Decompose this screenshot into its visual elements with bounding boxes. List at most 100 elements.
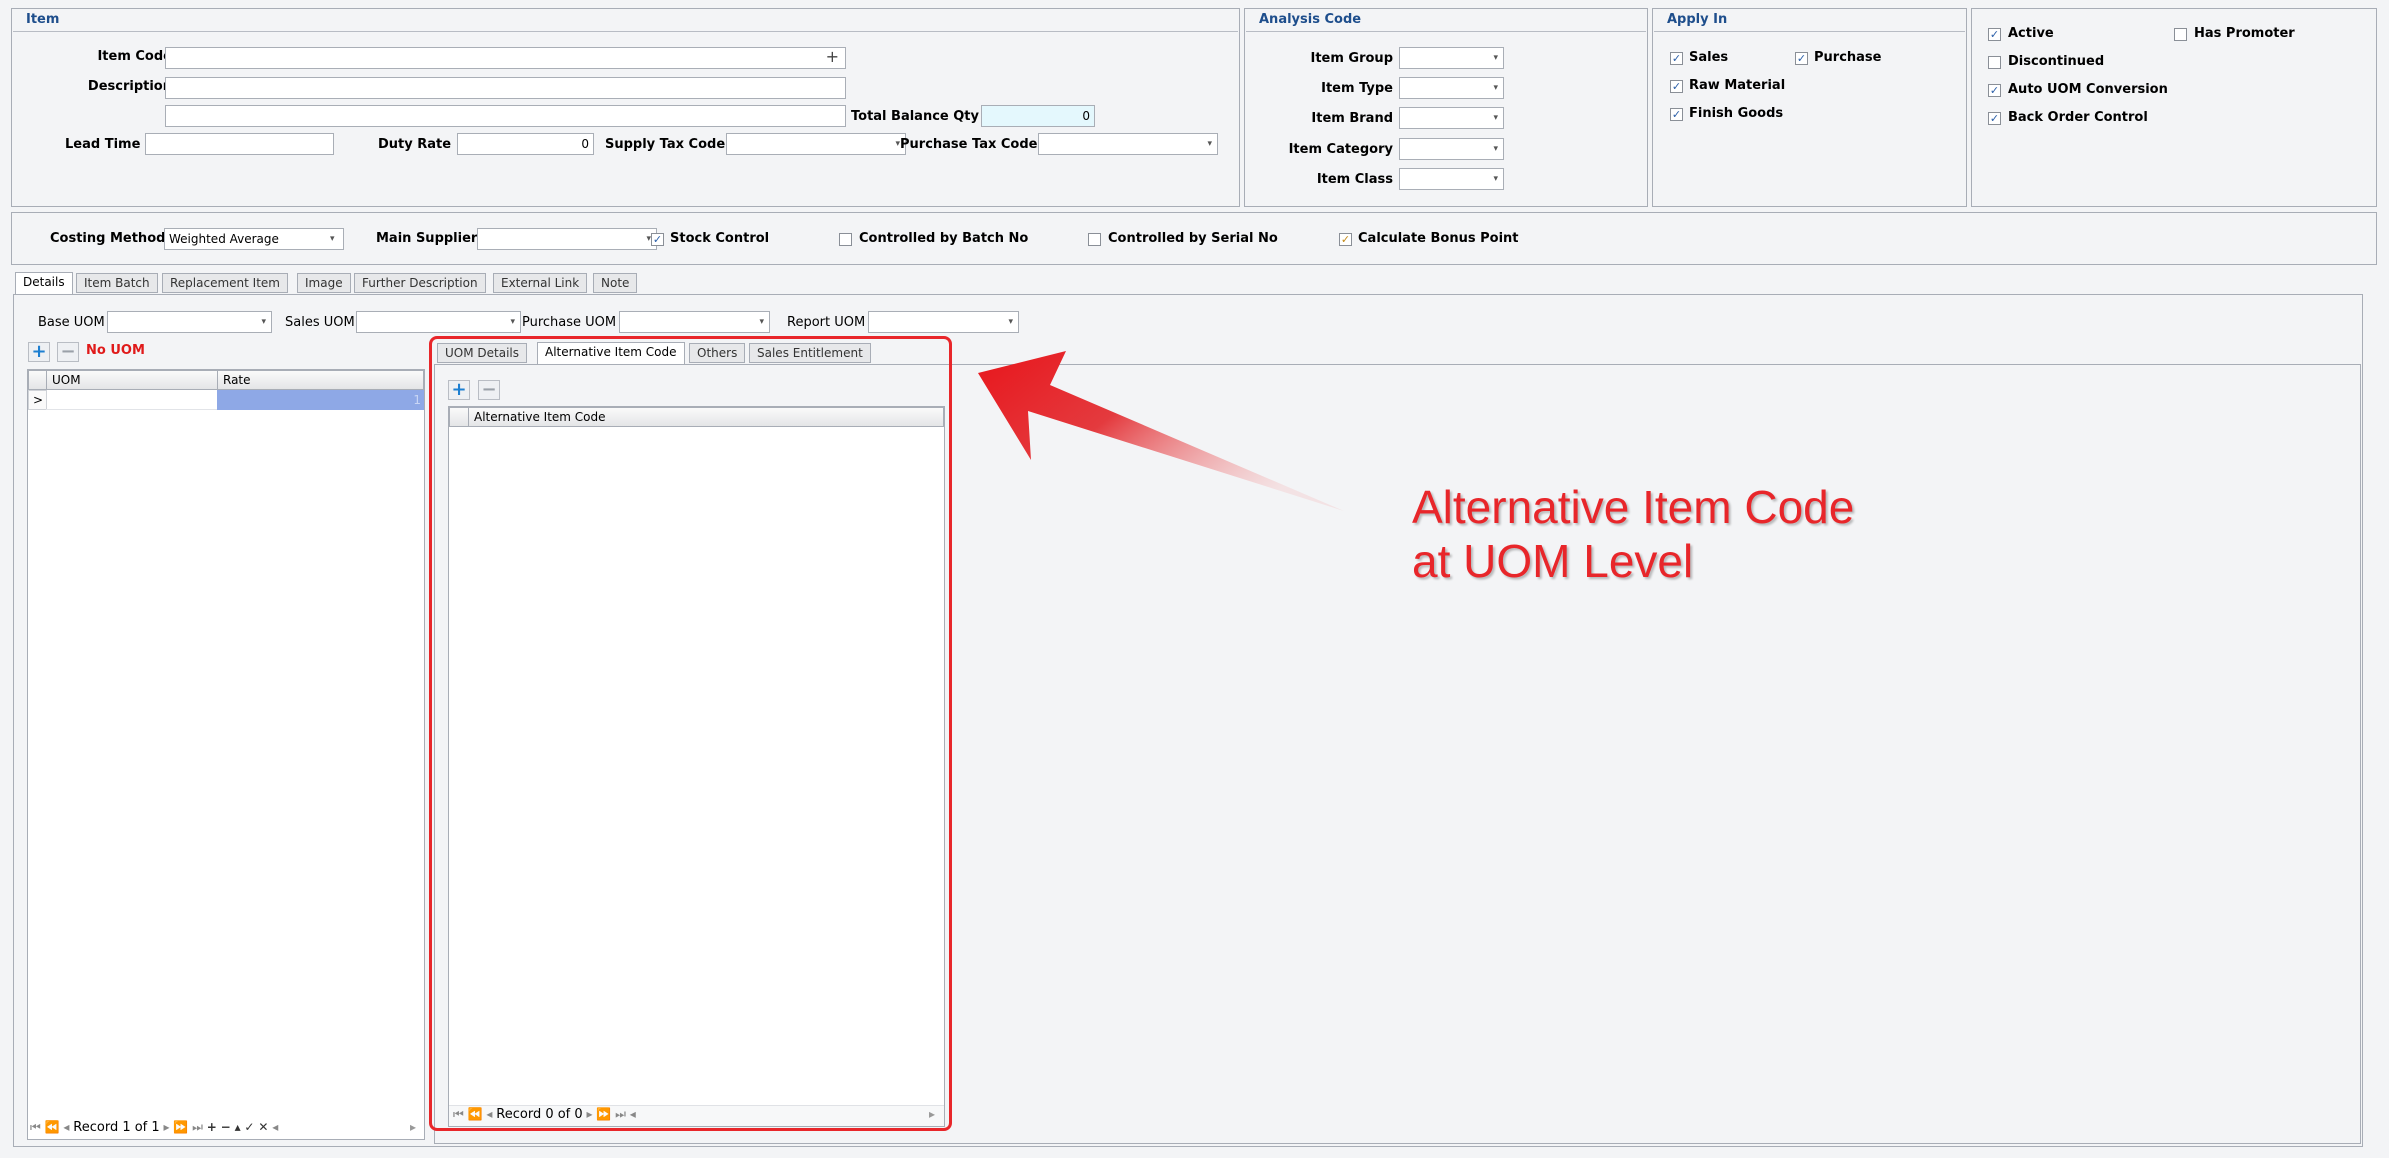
uom-column-header[interactable]: UOM <box>46 370 218 390</box>
lead-time-input[interactable] <box>145 133 334 155</box>
serial-no-label: Controlled by Serial No <box>1108 231 1278 246</box>
chevron-down-icon: ▾ <box>1493 83 1498 93</box>
chevron-down-icon: ▾ <box>759 317 764 327</box>
chevron-down-icon: ▾ <box>330 234 335 244</box>
purchase-checkbox[interactable]: ✓ <box>1795 52 1808 65</box>
add-uom-button[interactable]: + <box>28 342 50 362</box>
highlight-box <box>429 336 952 1131</box>
costing-method-select[interactable]: Weighted Average <box>164 228 344 250</box>
supply-tax-select[interactable]: ▾ <box>726 133 906 155</box>
purchase-label: Purchase <box>1814 50 1882 65</box>
scroll-right-icon[interactable]: ▸ <box>410 1120 416 1134</box>
bonus-point-label: Calculate Bonus Point <box>1358 231 1519 246</box>
main-supplier-label: Main Supplier <box>376 231 478 246</box>
check-icon[interactable]: ✓ <box>244 1120 254 1134</box>
description-label: Description <box>87 79 172 94</box>
chevron-down-icon: ▾ <box>1207 139 1212 149</box>
next-record-icon[interactable]: ▸ <box>164 1120 170 1134</box>
batch-no-label: Controlled by Batch No <box>859 231 1029 246</box>
item-category-select[interactable]: ▾ <box>1399 138 1504 160</box>
has-promoter-checkbox[interactable] <box>2174 28 2187 41</box>
tab-image[interactable]: Image <box>297 273 351 293</box>
minus-icon: − <box>60 341 76 362</box>
rate-column-header[interactable]: Rate <box>217 370 424 390</box>
stock-control-checkbox[interactable]: ✓ <box>651 233 664 246</box>
item-group-select[interactable]: ▾ <box>1399 47 1504 69</box>
duty-rate-input[interactable]: 0 <box>457 133 594 155</box>
last-record-icon[interactable]: ⏭ <box>192 1120 203 1134</box>
sales-uom-label: Sales UOM <box>285 315 355 330</box>
analysis-code-title: Analysis Code <box>1259 12 1362 27</box>
uom-record-text: Record 1 of 1 <box>73 1120 160 1135</box>
main-tabbar: Details Item Batch Replacement Item Imag… <box>15 272 1215 295</box>
has-promoter-label: Has Promoter <box>2194 26 2295 41</box>
item-class-select[interactable]: ▾ <box>1399 168 1504 190</box>
tab-note[interactable]: Note <box>593 273 638 293</box>
item-brand-select[interactable]: ▾ <box>1399 107 1504 129</box>
item-group-title: Item <box>26 12 60 27</box>
raw-material-label: Raw Material <box>1689 78 1786 93</box>
item-group: Item Item Code + Description Total Balan… <box>11 8 1240 207</box>
row-indicator: > <box>28 390 47 410</box>
finish-goods-checkbox[interactable]: ✓ <box>1670 108 1683 121</box>
remove-uom-button[interactable]: − <box>57 342 79 362</box>
append-icon[interactable]: + <box>207 1120 217 1134</box>
cancel-icon[interactable]: ✕ <box>258 1120 268 1134</box>
sales-uom-select[interactable]: ▾ <box>356 311 521 333</box>
purchase-uom-select[interactable]: ▾ <box>619 311 770 333</box>
chevron-down-icon: ▾ <box>1008 317 1013 327</box>
chevron-down-icon: ▾ <box>1493 174 1498 184</box>
back-order-checkbox[interactable]: ✓ <box>1988 112 2001 125</box>
item-group-label: Item Group <box>1310 51 1393 66</box>
next-page-icon[interactable]: ⏩ <box>173 1120 188 1134</box>
first-record-icon[interactable]: ⏮ <box>30 1120 41 1134</box>
delete-icon[interactable]: − <box>221 1120 231 1134</box>
scroll-left-icon[interactable]: ◂ <box>272 1120 278 1134</box>
finish-goods-label: Finish Goods <box>1689 106 1784 121</box>
prev-record-icon[interactable]: ◂ <box>63 1120 69 1134</box>
report-uom-select[interactable]: ▾ <box>868 311 1019 333</box>
stock-control-label: Stock Control <box>670 231 770 246</box>
batch-no-checkbox[interactable] <box>839 233 852 246</box>
uom-cell[interactable] <box>46 390 218 410</box>
duty-rate-label: Duty Rate <box>378 137 452 152</box>
tab-item-batch[interactable]: Item Batch <box>76 273 158 293</box>
uom-grid <box>27 369 425 1140</box>
bonus-point-checkbox[interactable]: ✓ <box>1339 233 1352 246</box>
item-code-input[interactable]: + <box>165 47 846 69</box>
sales-label: Sales <box>1689 50 1729 65</box>
annotation-text: Alternative Item Code at UOM Level <box>1412 480 1854 588</box>
chevron-down-icon: ▾ <box>1493 113 1498 123</box>
description-2-input[interactable] <box>165 105 846 127</box>
discontinued-checkbox[interactable] <box>1988 56 2001 69</box>
tab-further-description[interactable]: Further Description <box>354 273 486 293</box>
report-uom-label: Report UOM <box>787 315 866 330</box>
serial-no-checkbox[interactable] <box>1088 233 1101 246</box>
base-uom-select[interactable]: ▾ <box>107 311 272 333</box>
auto-uom-label: Auto UOM Conversion <box>2008 82 2168 97</box>
up-icon[interactable]: ▴ <box>235 1120 241 1134</box>
annotation-arrow <box>978 351 1344 511</box>
item-code-label: Item Code <box>97 49 172 64</box>
main-supplier-select[interactable]: ▾ <box>477 228 657 250</box>
plus-icon[interactable]: + <box>826 48 839 67</box>
item-brand-label: Item Brand <box>1311 111 1393 126</box>
tab-replacement-item[interactable]: Replacement Item <box>162 273 288 293</box>
description-input[interactable] <box>165 77 846 99</box>
chevron-down-icon: ▾ <box>1493 53 1498 63</box>
active-label: Active <box>2008 26 2054 41</box>
tab-external-link[interactable]: External Link <box>493 273 588 293</box>
uom-record-navigator: ⏮ ⏪ ◂ Record 1 of 1 ▸ ⏩ ⏭ + − ▴ ✓ ✕ ◂ <box>30 1120 278 1135</box>
discontinued-label: Discontinued <box>2008 54 2105 69</box>
raw-material-checkbox[interactable]: ✓ <box>1670 80 1683 93</box>
prev-page-icon[interactable]: ⏪ <box>45 1120 60 1134</box>
purchase-tax-select[interactable]: ▾ <box>1038 133 1218 155</box>
rate-cell[interactable]: 1 <box>217 390 424 410</box>
item-type-select[interactable]: ▾ <box>1399 77 1504 99</box>
active-checkbox[interactable]: ✓ <box>1988 28 2001 41</box>
auto-uom-checkbox[interactable]: ✓ <box>1988 84 2001 97</box>
tab-details[interactable]: Details <box>15 272 73 294</box>
row-indicator-header <box>28 370 47 390</box>
chevron-down-icon: ▾ <box>510 317 515 327</box>
sales-checkbox[interactable]: ✓ <box>1670 52 1683 65</box>
